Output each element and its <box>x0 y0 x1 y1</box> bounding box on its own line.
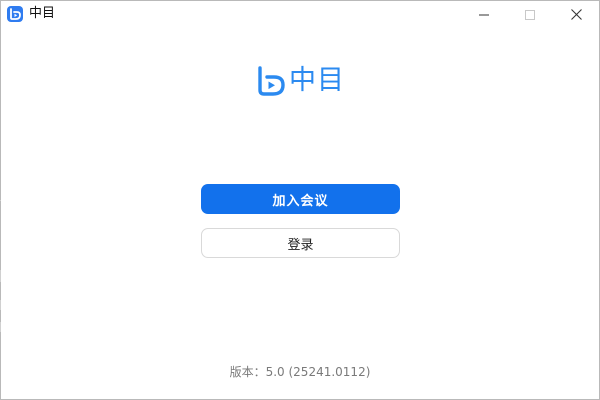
app-logo-icon <box>258 66 285 96</box>
join-meeting-button[interactable]: 加入会议 <box>201 184 400 214</box>
maximize-button[interactable] <box>507 1 553 28</box>
background-window-edge <box>0 322 1 332</box>
background-window-edge <box>0 300 1 310</box>
login-button[interactable]: 登录 <box>201 228 400 258</box>
background-window-edge <box>0 270 1 282</box>
window-title: 中目 <box>29 6 56 21</box>
background-window-edge <box>0 200 1 201</box>
logo-text: 中目 <box>289 65 345 96</box>
maximize-icon <box>525 9 535 20</box>
minimize-button[interactable] <box>461 1 507 28</box>
minimize-icon <box>479 14 489 15</box>
brand-logo: 中目 <box>255 65 345 99</box>
app-icon <box>7 6 23 22</box>
title-bar[interactable]: 中目 <box>1 1 599 28</box>
version-label: 版本：5.0 (25241.0112) <box>229 365 371 379</box>
close-button[interactable] <box>553 1 599 28</box>
app-window: 中目 中目 加入会议 登录 版本：5.0 (25241.0112) <box>0 0 600 400</box>
close-icon <box>570 9 582 20</box>
